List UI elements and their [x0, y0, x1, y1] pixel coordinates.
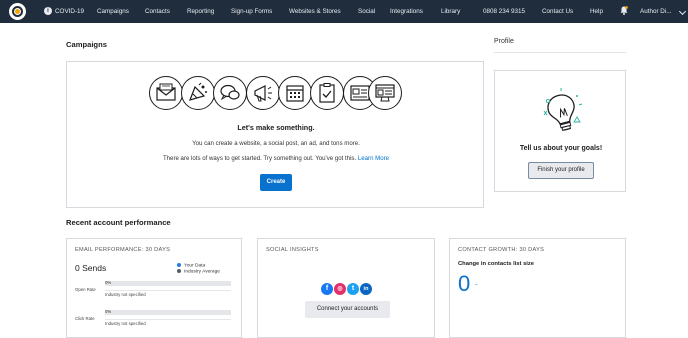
legend-industry-label: Industry Average — [184, 269, 220, 275]
open-rate-percent: 0% — [105, 280, 112, 285]
linkedin-icon: in — [360, 283, 372, 295]
nav-item-contact-us[interactable]: Contact Us — [542, 0, 573, 23]
top-nav: i COVID-19 Campaigns Contacts Reporting … — [0, 0, 688, 23]
open-rate-label: Open Rate — [75, 287, 96, 292]
social-insights-card: SOCIAL INSIGHTS f ◎ t in Connect your ac… — [257, 238, 435, 338]
info-icon[interactable]: i — [44, 7, 52, 15]
instagram-icon: ◎ — [334, 283, 346, 295]
contact-growth-value: 0 — [458, 271, 471, 296]
campaign-encouragement-text: There are lots of ways to get started. T… — [162, 155, 357, 162]
your-data-dot-icon — [177, 263, 181, 267]
click-rate-bar — [105, 310, 231, 315]
campaign-title: Let's make something. — [237, 123, 315, 132]
website-icon — [368, 76, 402, 110]
email-performance-card: EMAIL PERFORMANCE: 30 DAYS 0 Sends Your … — [66, 238, 242, 338]
campaigns-heading: Campaigns — [66, 40, 107, 49]
chevron-down-icon[interactable] — [678, 7, 687, 16]
connect-accounts-button[interactable]: Connect your accounts — [305, 301, 390, 318]
nav-phone-number[interactable]: 0808 234 9315 — [483, 0, 525, 23]
legend-your-data-label: Your Data — [184, 263, 206, 269]
recent-performance-heading: Recent account performance — [66, 218, 171, 227]
campaign-description: You can create a website, a social post,… — [192, 140, 360, 147]
tab-profile[interactable]: Profile — [494, 38, 514, 45]
finish-profile-button[interactable]: Finish your profile — [528, 162, 594, 179]
calendar-icon — [278, 76, 312, 110]
click-rate-divider — [105, 319, 231, 320]
constant-contact-logo[interactable] — [9, 3, 26, 20]
campaign-encouragement: There are lots of ways to get started. T… — [67, 155, 485, 162]
chat-icon — [213, 76, 247, 110]
social-insights-label: SOCIAL INSIGHTS — [266, 247, 319, 253]
user-menu[interactable]: Author Di... — [640, 0, 672, 23]
nav-item-reporting[interactable]: Reporting — [187, 0, 214, 23]
click-rate-percent: 0% — [105, 309, 112, 314]
sends-count: 0 Sends — [75, 263, 107, 273]
contact-growth-label: CONTACT GROWTH: 30 DAYS — [458, 247, 545, 253]
click-rate-label: Click Rate — [75, 316, 95, 321]
nav-item-signup-forms[interactable]: Sign-up Forms — [231, 0, 272, 23]
legend-industry-average: Industry Average — [177, 269, 220, 275]
open-rate-bar — [105, 281, 231, 286]
email-performance-label: EMAIL PERFORMANCE: 30 DAYS — [75, 247, 171, 253]
nav-item-help[interactable]: Help — [590, 0, 603, 23]
nav-item-contacts[interactable]: Contacts — [145, 0, 170, 23]
profile-goals-heading: Tell us about your goals! — [519, 145, 603, 152]
notifications-icon[interactable] — [620, 6, 628, 15]
contact-growth-change: – — [475, 282, 478, 288]
facebook-icon: f — [321, 283, 333, 295]
nav-item-campaigns[interactable]: Campaigns — [97, 0, 129, 23]
contact-growth-title: Change in contacts list size — [458, 261, 535, 267]
email-icon — [149, 76, 183, 110]
lightbulb-icon — [543, 88, 583, 132]
click-rate-industry-note: Industry not specified — [105, 321, 146, 326]
profile-card: Tell us about your goals! Finish your pr… — [494, 70, 626, 192]
learn-more-link[interactable]: Learn More — [358, 155, 389, 162]
contact-growth-card: CONTACT GROWTH: 30 DAYS Change in contac… — [449, 238, 626, 338]
nav-item-covid[interactable]: COVID-19 — [55, 0, 84, 23]
megaphone-icon — [246, 76, 280, 110]
social-post-icon — [181, 76, 215, 110]
checklist-icon — [310, 76, 344, 110]
nav-item-websites-stores[interactable]: Websites & Stores — [289, 0, 341, 23]
open-rate-industry-note: Industry not specified — [105, 292, 146, 297]
nav-item-social[interactable]: Social — [358, 0, 375, 23]
profile-divider — [494, 52, 626, 53]
nav-item-integrations[interactable]: Integrations — [390, 0, 423, 23]
twitter-icon: t — [347, 283, 359, 295]
campaign-card: Let's make something. You can create a w… — [66, 61, 484, 208]
open-rate-divider — [105, 290, 231, 291]
chart-legend: Your Data Industry Average — [177, 263, 220, 275]
nav-item-library[interactable]: Library — [441, 0, 460, 23]
industry-average-dot-icon — [177, 269, 181, 273]
create-button[interactable]: Create — [260, 174, 292, 191]
